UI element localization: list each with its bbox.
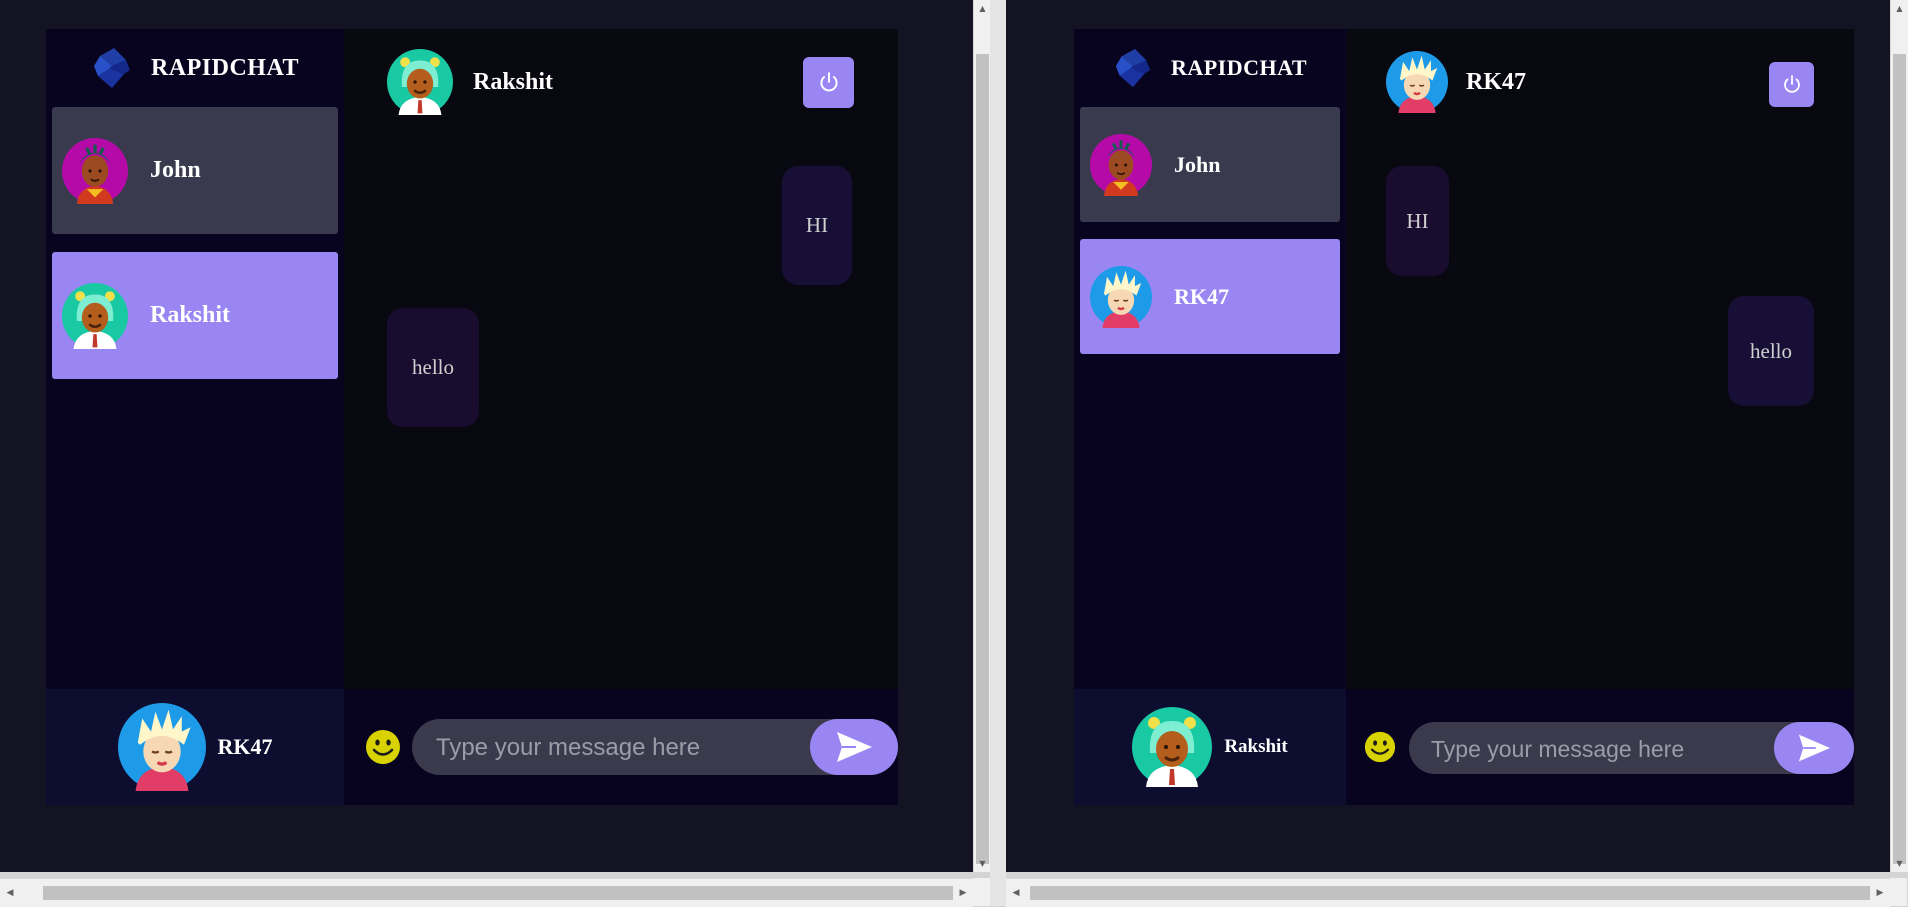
chat-header: RK47 xyxy=(1346,29,1854,135)
left-vertical-scrollbar[interactable]: ▲ ▼ xyxy=(973,0,991,872)
scrollbar-thumb[interactable] xyxy=(1030,886,1870,900)
current-user-name: RK47 xyxy=(217,734,273,759)
scrollbar-corner xyxy=(1890,878,1907,906)
send-button[interactable] xyxy=(810,719,898,775)
chat-app-container: RAPIDCHAT John Rakshit RK47 Rakshit HI h… xyxy=(46,29,898,805)
message-input[interactable] xyxy=(434,719,808,777)
brand-name: RAPIDCHAT xyxy=(1170,55,1308,80)
blond-avatar-icon xyxy=(1386,51,1448,113)
contact-name: Rakshit xyxy=(150,302,231,328)
left-horizontal-scrollbar[interactable]: ◀ ▶ xyxy=(0,878,973,907)
girl-avatar-icon xyxy=(62,138,128,204)
chat-panel: RK47 HI hello xyxy=(1346,29,1854,805)
contacts-panel: RAPIDCHAT John Rakshit RK47 xyxy=(46,29,344,805)
contact-rakshit[interactable]: Rakshit xyxy=(52,252,338,379)
send-button[interactable] xyxy=(1774,722,1854,774)
scroll-right-arrow-icon[interactable]: ▶ xyxy=(1870,879,1890,907)
window-divider xyxy=(990,0,1006,906)
scroll-down-arrow-icon[interactable]: ▼ xyxy=(974,855,991,872)
brand: RAPIDCHAT xyxy=(1074,29,1346,107)
chat-title: Rakshit xyxy=(473,68,554,95)
blond-avatar-icon xyxy=(1090,266,1152,328)
left-browser-window: RAPIDCHAT John Rakshit RK47 Rakshit HI h… xyxy=(0,0,973,872)
scrollbar-corner xyxy=(973,878,990,906)
contact-name: John xyxy=(150,157,201,183)
chat-panel: Rakshit HI hello xyxy=(344,29,898,805)
rapidchat-logo-icon xyxy=(91,46,133,90)
power-icon xyxy=(816,70,842,96)
right-horizontal-scrollbar[interactable]: ◀ ▶ xyxy=(1006,878,1890,907)
message-composer xyxy=(1346,689,1854,805)
sent-message: HI xyxy=(782,166,852,285)
contact-john[interactable]: John xyxy=(52,107,338,234)
rapidchat-logo-icon xyxy=(1113,47,1153,89)
boy-green-hood-avatar-icon xyxy=(1132,707,1212,787)
brand: RAPIDCHAT xyxy=(46,29,344,107)
send-arrow-icon xyxy=(834,729,874,765)
current-user: RK47 xyxy=(46,689,344,805)
chat-app-container: RAPIDCHAT John RK47 Rakshit RK47 HI hell… xyxy=(1074,29,1854,805)
contacts-panel: RAPIDCHAT John RK47 Rakshit xyxy=(1074,29,1346,805)
scroll-down-arrow-icon[interactable]: ▼ xyxy=(1891,855,1908,872)
scroll-up-arrow-icon[interactable]: ▲ xyxy=(974,0,991,17)
emoji-picker-icon[interactable] xyxy=(1364,731,1396,763)
brand-name: RAPIDCHAT xyxy=(150,54,300,81)
contact-john[interactable]: John xyxy=(1080,107,1340,222)
logout-button[interactable] xyxy=(803,57,854,108)
blond-avatar-icon xyxy=(118,703,206,791)
scrollbar-thumb[interactable] xyxy=(976,54,989,864)
boy-green-hood-avatar-icon xyxy=(62,283,128,349)
current-user-name: Rakshit xyxy=(1224,736,1288,757)
message-input[interactable] xyxy=(1429,722,1763,776)
send-arrow-icon xyxy=(1796,732,1832,764)
right-vertical-scrollbar[interactable]: ▲ ▼ xyxy=(1890,0,1908,872)
received-message: HI xyxy=(1386,166,1449,276)
emoji-picker-icon[interactable] xyxy=(365,729,401,765)
message-composer xyxy=(344,689,898,805)
power-icon xyxy=(1780,73,1804,97)
message-input-wrap xyxy=(412,719,898,777)
logout-button[interactable] xyxy=(1769,62,1814,107)
girl-avatar-icon xyxy=(1090,134,1152,196)
scroll-left-arrow-icon[interactable]: ◀ xyxy=(1006,879,1026,907)
scroll-left-arrow-icon[interactable]: ◀ xyxy=(0,879,20,907)
scroll-up-arrow-icon[interactable]: ▲ xyxy=(1891,0,1908,17)
scroll-right-arrow-icon[interactable]: ▶ xyxy=(953,879,973,907)
boy-green-hood-avatar-icon xyxy=(387,49,453,115)
received-message: hello xyxy=(387,308,479,427)
message-input-wrap xyxy=(1409,722,1854,776)
sent-message: hello xyxy=(1728,296,1814,406)
chat-header: Rakshit xyxy=(344,29,898,135)
contact-name: John xyxy=(1174,151,1221,177)
contact-name: RK47 xyxy=(1174,283,1229,309)
scrollbar-thumb[interactable] xyxy=(43,886,953,900)
scrollbar-thumb[interactable] xyxy=(1893,54,1906,864)
contact-rk47[interactable]: RK47 xyxy=(1080,239,1340,354)
chat-title: RK47 xyxy=(1466,68,1526,95)
current-user: Rakshit xyxy=(1074,689,1346,805)
right-browser-window: RAPIDCHAT John RK47 Rakshit RK47 HI hell… xyxy=(1006,0,1890,872)
